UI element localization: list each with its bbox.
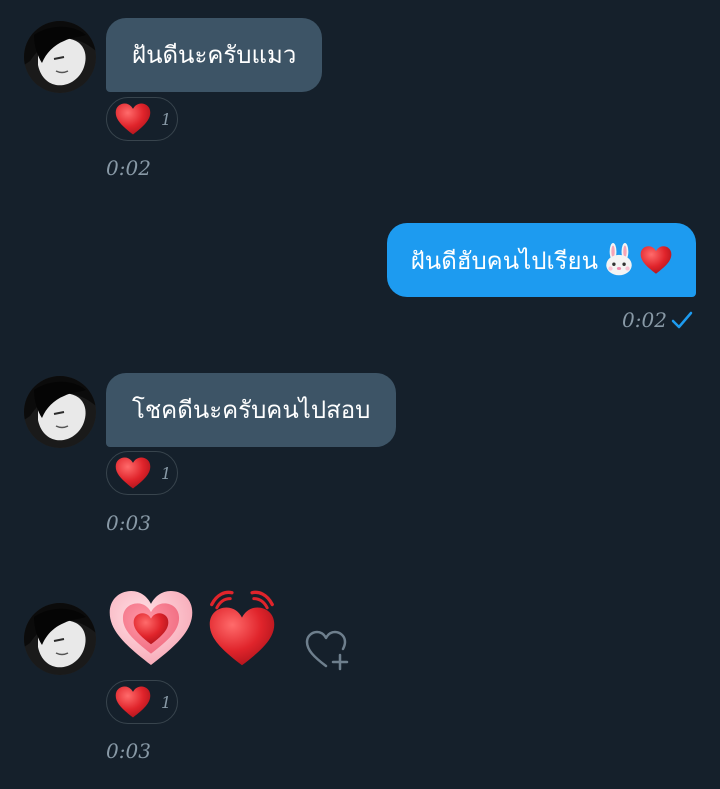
red-heart-icon	[115, 101, 151, 137]
red-heart-icon	[115, 684, 151, 720]
red-heart-icon	[115, 455, 151, 491]
heart-plus-icon[interactable]	[304, 628, 352, 672]
message-timestamp: 0:02	[106, 156, 151, 180]
avatar[interactable]	[24, 21, 96, 93]
growing-heart-icon	[108, 588, 194, 668]
message-timestamp: 0:02	[622, 308, 667, 332]
sent-check-icon	[671, 311, 693, 329]
reaction-badge[interactable]: 1	[106, 451, 178, 495]
message-bubble-incoming[interactable]: ฝันดีนะครับแมว	[106, 18, 323, 92]
red-heart-icon	[640, 245, 672, 275]
message-text: โชคดีนะครับคนไปสอบ	[132, 396, 371, 424]
message-bubble-incoming[interactable]: โชคดีนะครับคนไปสอบ	[106, 373, 397, 447]
message-text: ฝันดีนะครับแมว	[132, 41, 297, 69]
message-timestamp: 0:03	[106, 739, 151, 763]
reaction-badge[interactable]: 1	[106, 97, 178, 141]
reaction-count: 1	[161, 463, 172, 483]
avatar[interactable]	[24, 376, 96, 448]
avatar[interactable]	[24, 603, 96, 675]
rabbit-face-icon	[606, 243, 632, 276]
reaction-count: 1	[161, 692, 172, 712]
message-timestamp: 0:03	[106, 511, 151, 535]
message-bubble-outgoing[interactable]: ฝันดีฮับคนไปเรียน	[386, 223, 696, 297]
reaction-badge[interactable]: 1	[106, 680, 178, 724]
reaction-count: 1	[161, 109, 172, 129]
beating-heart-icon	[200, 590, 284, 670]
message-text: ฝันดีฮับคนไปเรียน	[410, 246, 598, 275]
